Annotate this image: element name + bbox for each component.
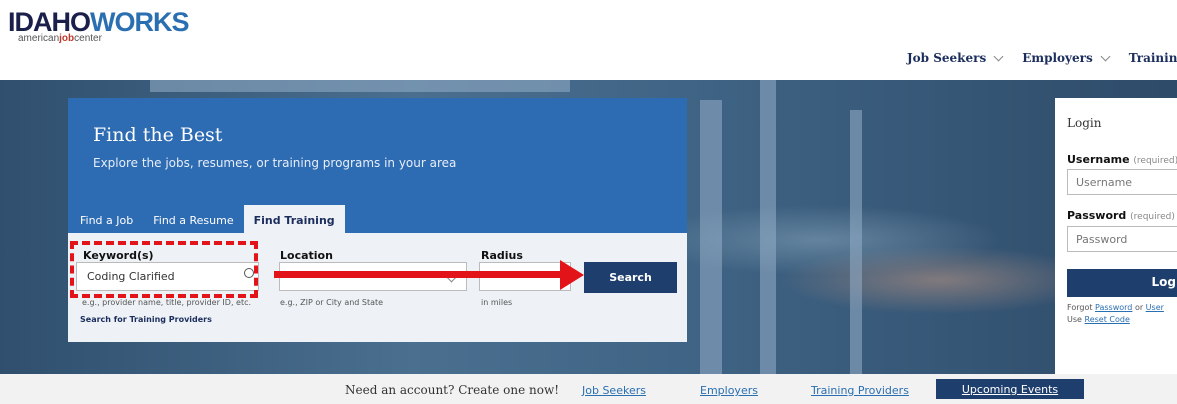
logo-tagline-post: center [74,33,102,44]
hero-background-detail [760,80,776,374]
login-title: Login [1067,116,1102,130]
username-label-text: Username [1067,153,1130,166]
forgot-credentials: Forgot Password or User [1067,303,1164,312]
forgot-or-text: or [1134,303,1144,312]
logo-tagline-bold: job [59,33,75,44]
footer-link-job-seekers[interactable]: Job Seekers [582,384,646,397]
forgot-pre-text: Forgot [1067,303,1093,312]
footer-link-training-providers[interactable]: Training Providers [811,384,909,397]
nav-training-providers-label: Training Pr [1128,51,1177,65]
password-required: (required) [1130,212,1175,222]
page: IDAHOWORKS americanjobcenter Job Seekers… [0,0,1177,404]
search-panel-title: Find the Best [93,124,223,146]
chevron-down-icon [993,51,1004,61]
site-logo[interactable]: IDAHOWORKS americanjobcenter [8,8,189,44]
tab-find-a-job[interactable]: Find a Job [70,205,143,236]
username-label: Username (required) [1067,153,1177,166]
account-bar: Need an account? Create one now! Job See… [0,374,1177,404]
radius-hint: in miles [481,298,513,307]
tab-find-a-resume[interactable]: Find a Resume [143,205,243,236]
radius-label: Radius [481,249,523,262]
nav-training-providers[interactable]: Training Pr [1129,51,1177,65]
password-label-text: Password [1067,209,1127,222]
login-button[interactable]: Log [1067,269,1177,297]
annotation-arrow-line [274,271,564,278]
username-required: (required) [1133,156,1177,166]
forgot-password-link[interactable]: Password [1095,303,1132,312]
hero-background-detail [850,110,862,374]
reset-code-line: Use Reset Code [1067,315,1130,324]
upcoming-events-button[interactable]: Upcoming Events [936,379,1084,399]
nav-job-seekers-label: Job Seekers [907,51,987,65]
nav-employers-label: Employers [1022,51,1093,65]
search-panel-subtitle: Explore the jobs, resumes, or training p… [93,156,457,170]
top-navigation: Job Seekers Employers Training Pr [907,51,1177,65]
nav-employers[interactable]: Employers [1022,51,1111,65]
search-tabs: Find a Job Find a Resume Find Training [70,205,345,236]
arrow-right-icon [560,260,584,290]
forgot-username-link[interactable]: User [1146,303,1164,312]
tab-find-training[interactable]: Find Training [243,205,345,236]
site-header: IDAHOWORKS americanjobcenter Job Seekers… [0,0,1177,81]
password-label: Password (required) [1067,209,1175,222]
reset-pre-text: Use [1067,315,1082,324]
reset-code-link[interactable]: Reset Code [1085,315,1130,324]
search-button[interactable]: Search [584,262,677,293]
keyword-hint: e.g., provider name, title, provider ID,… [82,298,252,307]
chevron-down-icon [1100,51,1111,61]
hero-background-detail [700,100,722,374]
username-input[interactable]: Username [1067,169,1177,195]
password-input[interactable]: Password [1067,226,1177,252]
search-training-providers-link[interactable]: Search for Training Providers [80,315,212,324]
location-label: Location [280,249,333,262]
footer-link-employers[interactable]: Employers [700,384,758,397]
nav-job-seekers[interactable]: Job Seekers [907,51,1004,65]
create-account-prompt: Need an account? Create one now! [345,383,560,397]
logo-works-text: WORKS [90,7,189,37]
login-panel: Login Username (required) Username Passw… [1055,98,1177,374]
annotation-highlight-box [70,241,258,298]
hero-background-detail [150,80,570,92]
location-hint: e.g., ZIP or City and State [280,298,384,307]
logo-tagline-pre: american [18,33,60,44]
